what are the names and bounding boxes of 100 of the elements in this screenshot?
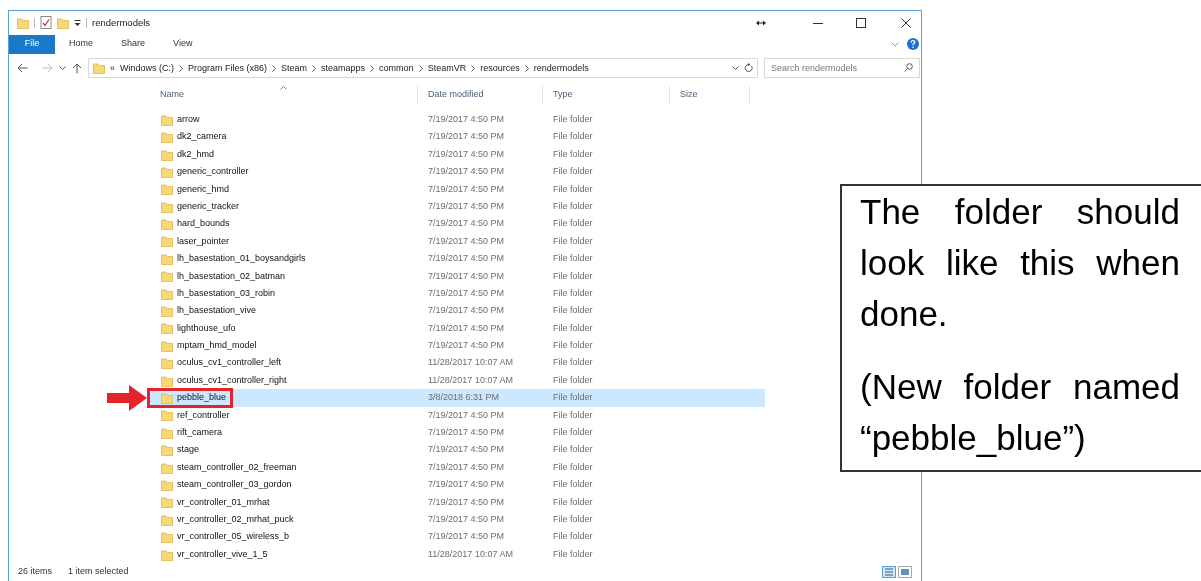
- file-type: File folder: [552, 252, 594, 266]
- column-label: Type: [553, 88, 573, 102]
- file-row[interactable]: lh_basestation_vive 7/19/2017 4:50 PM File folder: [150, 302, 765, 320]
- folder-icon: [161, 113, 173, 126]
- checklist-icon[interactable]: [40, 16, 52, 30]
- column-header[interactable]: Name: [150, 86, 418, 105]
- details-view-icon[interactable]: [882, 566, 896, 579]
- file-row[interactable]: dk2_camera 7/19/2017 4:50 PM File folder: [150, 128, 765, 146]
- folder-icon: [161, 496, 173, 509]
- file-row[interactable]: lh_basestation_02_batman 7/19/2017 4:50 PM File folder: [150, 267, 765, 285]
- breadcrumb[interactable]: rendermodels: [533, 61, 589, 76]
- date-modified: 7/19/2017 4:50 PM: [427, 443, 506, 457]
- file-row[interactable]: generic_controller 7/19/2017 4:50 PM File folder: [150, 163, 765, 181]
- file-row[interactable]: rift_camera 7/19/2017 4:50 PM File folder: [150, 424, 765, 442]
- folder-icon: [161, 392, 173, 404]
- large-icons-view-icon[interactable]: [898, 566, 912, 579]
- date-modified: 7/19/2017 4:50 PM: [427, 460, 506, 474]
- address-bar[interactable]: « Windows (C:) Program Files (x86) Steam steamapps common SteamVR resources rendermodels: [88, 58, 758, 79]
- help-icon[interactable]: [907, 38, 919, 51]
- date-modified: 7/19/2017 4:50 PM: [427, 408, 506, 422]
- up-arrow-icon[interactable]: [72, 62, 82, 74]
- file-name: pebble_blue: [177, 391, 227, 405]
- breadcrumb[interactable]: steamapps: [321, 61, 366, 76]
- date-modified: 7/19/2017 4:50 PM: [427, 495, 506, 509]
- folder-icon: [93, 62, 105, 75]
- file-row[interactable]: arrow 7/19/2017 4:50 PM File folder: [150, 111, 765, 129]
- file-row[interactable]: vr_controller_vive_1_5 11/28/2017 10:07 AM File folder: [150, 545, 765, 564]
- folder-icon: [161, 426, 173, 439]
- chevron-right-icon[interactable]: [179, 64, 184, 72]
- file-row[interactable]: dk2_hmd 7/19/2017 4:50 PM File folder: [150, 145, 765, 164]
- folder-icon: [161, 235, 173, 248]
- chevron-right-icon[interactable]: [272, 64, 277, 72]
- file-row[interactable]: hard_bounds 7/19/2017 4:50 PM File folder: [150, 215, 765, 233]
- file-row[interactable]: generic_tracker 7/19/2017 4:50 PM File folder: [150, 198, 765, 216]
- column-header[interactable]: Date modified: [418, 86, 543, 105]
- breadcrumb[interactable]: Program Files (x86): [188, 61, 268, 76]
- chevron-down-icon[interactable]: [59, 65, 66, 71]
- column-header[interactable]: Type: [543, 86, 670, 105]
- sort-caret-icon: [280, 86, 287, 91]
- file-row[interactable]: oculus_cv1_controller_right 11/28/2017 10:07 AM File folder: [150, 371, 765, 390]
- refresh-icon[interactable]: [744, 63, 753, 74]
- file-row[interactable]: lh_basestation_01_boysandgirls 7/19/2017 4:50 PM File folder: [150, 250, 765, 268]
- ribbon-tab[interactable]: View: [159, 34, 207, 54]
- breadcrumb[interactable]: Windows (C:): [120, 61, 175, 76]
- file-name: stage: [177, 443, 200, 457]
- folder-icon: [161, 287, 173, 300]
- file-row[interactable]: lh_basestation_03_robin 7/19/2017 4:50 PM File folder: [150, 284, 765, 303]
- file-row[interactable]: steam_controller_03_gordon 7/19/2017 4:50 PM File folder: [150, 476, 765, 494]
- breadcrumb[interactable]: Steam: [281, 61, 308, 76]
- file-type: File folder: [552, 356, 594, 370]
- overflow-chevrons[interactable]: «: [110, 61, 115, 76]
- file-name: generic_tracker: [177, 199, 240, 213]
- file-row[interactable]: oculus_cv1_controller_left 11/28/2017 10:07 AM File folder: [150, 354, 765, 372]
- ribbon-tab[interactable]: Share: [107, 34, 160, 54]
- ribbon-tab[interactable]: File: [9, 34, 55, 54]
- chevron-right-icon[interactable]: [370, 64, 375, 72]
- chevron-right-icon[interactable]: [471, 64, 476, 72]
- file-row[interactable]: stage 7/19/2017 4:50 PM File folder: [150, 441, 765, 459]
- resize-arrow-icon: [756, 19, 766, 26]
- chevron-right-icon[interactable]: [524, 64, 529, 72]
- file-type: File folder: [552, 478, 594, 492]
- folder-icon: [161, 357, 173, 370]
- file-row[interactable]: steam_controller_02_freeman 7/19/2017 4:50 PM File folder: [150, 458, 765, 477]
- file-name: lh_basestation_01_boysandgirls: [177, 252, 306, 266]
- file-type: File folder: [552, 443, 594, 457]
- file-row[interactable]: laser_pointer 7/19/2017 4:50 PM File folder: [150, 232, 765, 251]
- maximize-icon[interactable]: [856, 17, 866, 28]
- breadcrumb[interactable]: resources: [480, 61, 520, 76]
- date-modified: 11/28/2017 10:07 AM: [427, 547, 514, 561]
- search-field[interactable]: Search rendermodels: [764, 58, 920, 79]
- date-modified: 7/19/2017 4:50 PM: [427, 269, 506, 283]
- date-modified: 7/19/2017 4:50 PM: [427, 217, 506, 231]
- file-row[interactable]: ref_controller 7/19/2017 4:50 PM File folder: [150, 406, 765, 425]
- file-row[interactable]: vr_controller_05_wireless_b 7/19/2017 4:50 PM File folder: [150, 528, 765, 546]
- back-icon[interactable]: [17, 63, 28, 74]
- file-row[interactable]: mptam_hmd_model 7/19/2017 4:50 PM File folder: [150, 337, 765, 355]
- column-header[interactable]: Size: [670, 86, 750, 105]
- file-row[interactable]: vr_controller_01_mrhat 7/19/2017 4:50 PM File folder: [150, 493, 765, 512]
- file-row[interactable]: lighthouse_ufo 7/19/2017 4:50 PM File folder: [150, 319, 765, 338]
- breadcrumb[interactable]: SteamVR: [427, 61, 467, 76]
- dropdown-icon[interactable]: [74, 18, 81, 27]
- file-name: vr_controller_02_mrhat_puck: [177, 512, 294, 526]
- file-name: dk2_hmd: [177, 147, 215, 161]
- close-icon[interactable]: [901, 17, 911, 28]
- folder-icon: [161, 148, 173, 161]
- file-type: File folder: [552, 113, 594, 126]
- callout-text: (New folder named “pebble_blue”): [860, 366, 1180, 459]
- ribbon-tab[interactable]: Home: [55, 34, 107, 54]
- chevron-right-icon[interactable]: [418, 64, 423, 72]
- file-row[interactable]: generic_hmd 7/19/2017 4:50 PM File folder: [150, 180, 765, 198]
- file-type: File folder: [552, 547, 594, 561]
- date-modified: 7/19/2017 4:50 PM: [427, 130, 506, 144]
- file-row[interactable]: vr_controller_02_mrhat_puck 7/19/2017 4:50 PM File folder: [150, 511, 765, 529]
- chevron-down-icon[interactable]: [732, 65, 739, 71]
- chevron-right-icon[interactable]: [312, 64, 317, 72]
- file-name: steam_controller_03_gordon: [177, 478, 292, 492]
- column-label: Size: [680, 88, 698, 102]
- breadcrumb[interactable]: common: [379, 61, 414, 76]
- folder-icon: [161, 531, 173, 544]
- date-modified: 7/19/2017 4:50 PM: [427, 199, 506, 213]
